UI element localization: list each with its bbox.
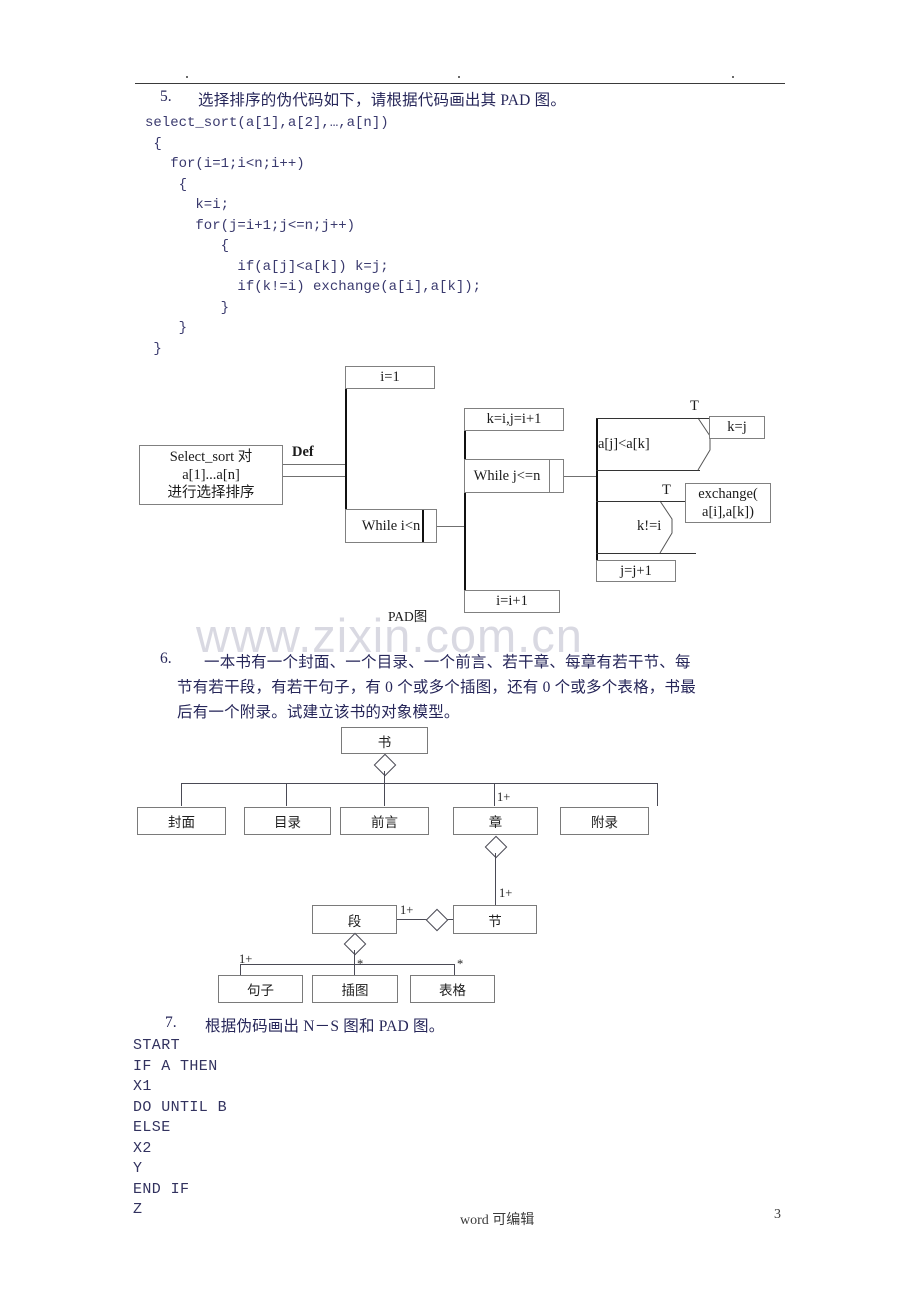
pad-exchange-line1: exchange( <box>698 486 758 502</box>
om-box-section: 节 <box>453 905 537 934</box>
header-dot <box>458 76 460 78</box>
q5-prompt: 选择排序的伪代码如下，请根据代码画出其 PAD 图。 <box>198 92 567 109</box>
pad-box-init-kj: k=i,j=i+1 <box>464 408 564 431</box>
q6-prompt-line3: 后有一个附录。试建立该书的对象模型。 <box>177 704 460 721</box>
om-box-table: 表格 <box>410 975 495 1003</box>
om-mult-chapter: 1+ <box>497 790 511 804</box>
header-rule <box>135 83 785 84</box>
om-diamond-chapter <box>484 835 508 859</box>
pad-cond1-true-label: T <box>690 398 699 414</box>
om-mult-sentence: 1+ <box>239 952 253 966</box>
om-bus-2 <box>240 964 454 965</box>
om-box-paragraph: 段 <box>312 905 397 934</box>
pad-cond2-bracket <box>659 500 673 554</box>
pad-box-exchange: exchange( a[i],a[k]) <box>685 483 771 523</box>
q7-number: 7. <box>165 1014 177 1031</box>
om-diamond-paragraph <box>343 932 367 956</box>
om-box-preface: 前言 <box>340 807 429 835</box>
om-box-cover: 封面 <box>137 807 226 835</box>
om-box-figure: 插图 <box>312 975 398 1003</box>
pad-box-init-i: i=1 <box>345 366 435 389</box>
om-mult-figure: * <box>357 957 364 971</box>
q6-prompt-line2: 节有若干段，有若干句子，有 0 个或多个插图，还有 0 个或多个表格，书最 <box>177 679 696 696</box>
q5-code-block: select_sort(a[1],a[2],…,a[n]) { for(i=1;… <box>145 115 482 357</box>
pad-root-line1: Select_sort 对 <box>169 449 253 465</box>
pad-box-k-eq-j: k=j <box>709 416 765 439</box>
pad-exchange-line2: a[i],a[k]) <box>702 504 754 520</box>
q6-number: 6. <box>160 650 172 667</box>
pad-spine-2 <box>464 408 467 603</box>
om-mult-paragraph: 1+ <box>400 903 414 917</box>
om-box-appendix: 附录 <box>560 807 649 835</box>
om-diamond-book <box>373 753 397 777</box>
om-box-toc: 目录 <box>244 807 331 835</box>
om-bus-1 <box>181 783 657 784</box>
pad-cond2-true-label: T <box>662 482 671 498</box>
om-box-book: 书 <box>341 727 428 754</box>
pad-root-line2: a[1]...a[n] <box>182 467 240 483</box>
q7-code-block: START IF A THEN X1 DO UNTIL B ELSE X2 Y … <box>133 1037 228 1218</box>
om-mult-table: * <box>457 957 464 971</box>
footer-page-number: 3 <box>774 1207 781 1222</box>
document-page: 5. 选择排序的伪代码如下，请根据代码画出其 PAD 图。 select_sor… <box>0 0 920 1302</box>
om-mult-section: 1+ <box>499 886 513 900</box>
pad-root-box: Select_sort 对 a[1]...a[n] 进行选择排序 <box>139 445 283 505</box>
header-dot <box>186 76 188 78</box>
q5-number: 5. <box>160 88 172 105</box>
om-box-chapter: 章 <box>453 807 538 835</box>
pad-box-while-j: While j<=n <box>464 459 550 493</box>
pad-box-j-incr: j=j+1 <box>596 560 676 582</box>
pad-cond1-label: a[j]<a[k] <box>598 436 650 452</box>
pad-root-line3: 进行选择排序 <box>167 485 255 501</box>
om-diamond-section <box>425 908 449 932</box>
pad-def-label: Def <box>292 444 314 460</box>
om-box-sentence: 句子 <box>218 975 303 1003</box>
q6-prompt-line1: 一本书有一个封面、一个目录、一个前言、若干章、每章有若干节、每 <box>204 654 691 671</box>
header-dot <box>732 76 734 78</box>
footer-note: word 可编辑 <box>460 1213 535 1228</box>
q7-prompt: 根据伪码画出 N－S 图和 PAD 图。 <box>205 1018 445 1035</box>
